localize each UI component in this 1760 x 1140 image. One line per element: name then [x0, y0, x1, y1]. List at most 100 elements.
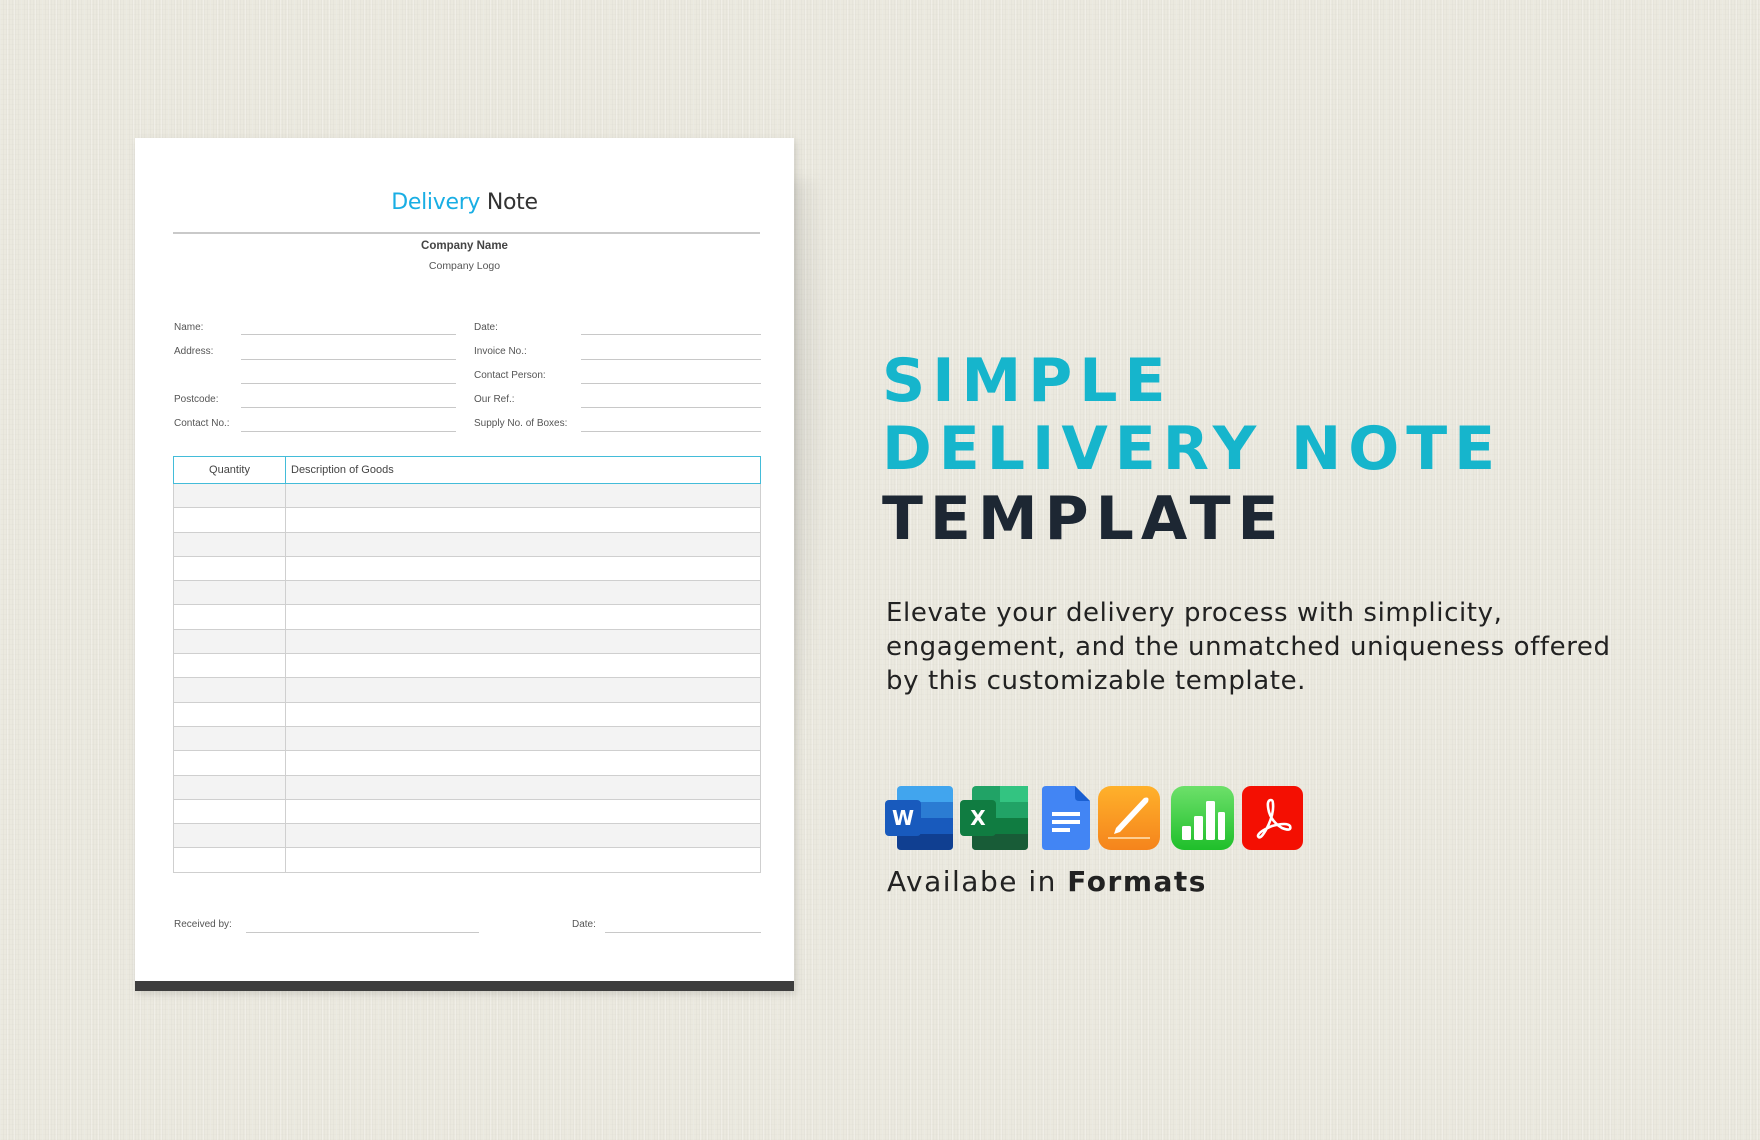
- field-input-postcode[interactable]: [241, 407, 456, 408]
- svg-text:W: W: [892, 806, 914, 830]
- pages-icon: [1098, 786, 1160, 850]
- description-cell[interactable]: [286, 605, 760, 628]
- word-icon: W: [885, 786, 953, 850]
- quantity-cell[interactable]: [174, 702, 286, 726]
- document-title-accent: Delivery: [391, 190, 481, 215]
- description-cell[interactable]: [286, 703, 760, 726]
- quantity-cell[interactable]: [174, 654, 286, 678]
- table-row: [173, 556, 761, 582]
- field-input-our-ref[interactable]: [581, 407, 761, 408]
- description-cell[interactable]: [286, 751, 760, 774]
- excel-icon: X: [960, 786, 1028, 850]
- google-docs-icon: [1042, 786, 1090, 850]
- field-input-contact-no[interactable]: [241, 431, 456, 432]
- table-row: [173, 629, 761, 655]
- description-cell[interactable]: [286, 654, 760, 677]
- table-row: [173, 799, 761, 825]
- field-label-contact-no: Contact No.:: [174, 418, 230, 429]
- signature-date-input[interactable]: [605, 932, 761, 933]
- table-row: [173, 848, 761, 873]
- field-label-invoice-no: Invoice No.:: [474, 346, 527, 357]
- description-cell[interactable]: [286, 776, 760, 799]
- table-row: [173, 775, 761, 800]
- description-cell[interactable]: [286, 824, 760, 847]
- hero-title-line-2: DELIVERY NOTE: [882, 414, 1503, 484]
- description-cell[interactable]: [286, 678, 760, 701]
- table-row: [173, 726, 761, 752]
- hero-title-line-3: TEMPLATE: [882, 484, 1286, 554]
- quantity-cell[interactable]: [174, 508, 286, 532]
- table-row: [173, 532, 761, 557]
- available-formats-caption: Availabe in Formats: [887, 865, 1207, 898]
- field-input-address-1[interactable]: [241, 359, 456, 360]
- goods-table-body: [173, 484, 761, 873]
- table-row: [173, 678, 761, 703]
- caption-formats: Formats: [1067, 865, 1207, 898]
- description-cell[interactable]: [286, 557, 760, 580]
- pdf-icon: [1242, 786, 1303, 850]
- field-input-contact-person[interactable]: [581, 383, 761, 384]
- column-header-description: Description of Goods: [291, 464, 394, 476]
- quantity-cell[interactable]: [174, 484, 286, 508]
- description-cell[interactable]: [286, 848, 760, 871]
- table-row: [173, 702, 761, 727]
- company-name: Company Name: [421, 240, 508, 252]
- delivery-note-document: Delivery Note Company Name Company Logo …: [135, 138, 794, 991]
- received-by-input[interactable]: [246, 932, 479, 933]
- table-row: [173, 508, 761, 533]
- field-input-invoice-no[interactable]: [581, 359, 761, 360]
- svg-text:X: X: [970, 806, 986, 830]
- company-logo-placeholder: Company Logo: [428, 260, 501, 272]
- quantity-cell[interactable]: [174, 581, 286, 605]
- quantity-cell[interactable]: [174, 605, 286, 629]
- title-divider: [173, 232, 760, 234]
- table-row: [173, 581, 761, 606]
- description-cell[interactable]: [286, 630, 760, 653]
- signature-date-label: Date:: [572, 919, 596, 930]
- description-cell[interactable]: [286, 727, 760, 750]
- field-input-name[interactable]: [241, 334, 456, 335]
- document-title-rest: Note: [486, 190, 538, 215]
- table-row: [173, 654, 761, 679]
- caption-prefix: Availabe in: [887, 865, 1057, 898]
- quantity-cell[interactable]: [174, 629, 286, 654]
- quantity-cell[interactable]: [174, 678, 286, 702]
- field-label-postcode: Postcode:: [174, 394, 219, 405]
- description-cell[interactable]: [286, 533, 760, 556]
- field-label-name: Name:: [174, 322, 204, 333]
- hero-title-line-1: SIMPLE: [882, 346, 1173, 416]
- quantity-cell[interactable]: [174, 775, 286, 799]
- field-input-supply-boxes[interactable]: [581, 431, 761, 432]
- table-row: [173, 824, 761, 849]
- quantity-cell[interactable]: [174, 556, 286, 581]
- description-cell[interactable]: [286, 484, 760, 507]
- goods-table: Quantity Description of Goods: [173, 456, 761, 873]
- field-label-date: Date:: [474, 322, 498, 333]
- quantity-cell[interactable]: [174, 848, 286, 872]
- table-row: [173, 484, 761, 509]
- field-input-address-2[interactable]: [241, 383, 456, 384]
- page-footer-bar: [135, 981, 794, 991]
- numbers-icon: [1171, 786, 1234, 850]
- goods-table-header: Quantity Description of Goods: [173, 456, 761, 484]
- field-label-contact-person: Contact Person:: [474, 370, 546, 381]
- received-by-label: Received by:: [174, 919, 232, 930]
- description-cell[interactable]: [286, 508, 760, 531]
- description-cell[interactable]: [286, 800, 760, 823]
- table-row: [173, 605, 761, 630]
- description-line: by this customizable template.: [886, 666, 1307, 696]
- document-title: Delivery Note: [135, 190, 794, 215]
- description-cell[interactable]: [286, 581, 760, 604]
- field-label-our-ref: Our Ref.:: [474, 394, 515, 405]
- quantity-cell[interactable]: [174, 532, 286, 556]
- description-line: engagement, and the unmatched uniqueness…: [886, 632, 1611, 662]
- description-line: Elevate your delivery process with simpl…: [886, 598, 1503, 628]
- quantity-cell[interactable]: [174, 824, 286, 848]
- field-input-date[interactable]: [581, 334, 761, 335]
- quantity-cell[interactable]: [174, 751, 286, 775]
- quantity-cell[interactable]: [174, 726, 286, 751]
- hero-description: Elevate your delivery process with simpl…: [886, 596, 1686, 698]
- field-label-supply-boxes: Supply No. of Boxes:: [474, 418, 568, 429]
- table-row: [173, 751, 761, 776]
- quantity-cell[interactable]: [174, 799, 286, 824]
